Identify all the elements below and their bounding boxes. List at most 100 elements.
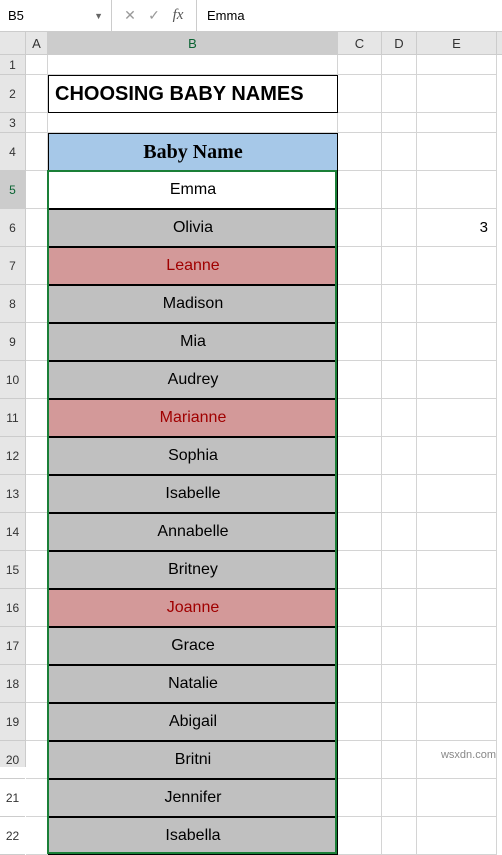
row-header-4[interactable]: 4 bbox=[0, 133, 25, 171]
row-header-3[interactable]: 3 bbox=[0, 113, 25, 133]
cell-E19[interactable] bbox=[417, 703, 497, 741]
name-cell[interactable]: Leanne bbox=[48, 247, 338, 285]
count-cell[interactable]: 3 bbox=[417, 209, 497, 247]
formula-input[interactable] bbox=[197, 0, 502, 31]
name-cell[interactable]: Audrey bbox=[48, 361, 338, 399]
col-header-B[interactable]: B bbox=[48, 32, 338, 54]
name-cell[interactable]: Isabella bbox=[48, 817, 338, 855]
cell-C8[interactable] bbox=[338, 285, 382, 323]
cell-C12[interactable] bbox=[338, 437, 382, 475]
cell-C7[interactable] bbox=[338, 247, 382, 285]
cell-D15[interactable] bbox=[382, 551, 417, 589]
name-cell[interactable]: Britni bbox=[48, 741, 338, 779]
cell-A3[interactable] bbox=[26, 113, 48, 133]
cell-E21[interactable] bbox=[417, 779, 497, 817]
row-header-14[interactable]: 14 bbox=[0, 513, 25, 551]
cell-A18[interactable] bbox=[26, 665, 48, 703]
cell-D9[interactable] bbox=[382, 323, 417, 361]
row-header-10[interactable]: 10 bbox=[0, 361, 25, 399]
cell-E14[interactable] bbox=[417, 513, 497, 551]
col-header-E[interactable]: E bbox=[417, 32, 497, 54]
row-header-5[interactable]: 5 bbox=[0, 171, 25, 209]
cell-D20[interactable] bbox=[382, 741, 417, 779]
cell-E7[interactable] bbox=[417, 247, 497, 285]
cell-E9[interactable] bbox=[417, 323, 497, 361]
cell-D16[interactable] bbox=[382, 589, 417, 627]
cell-E13[interactable] bbox=[417, 475, 497, 513]
col-header-C[interactable]: C bbox=[338, 32, 382, 54]
cell-C16[interactable] bbox=[338, 589, 382, 627]
cell-D17[interactable] bbox=[382, 627, 417, 665]
cell-C1[interactable] bbox=[338, 55, 382, 75]
row-header-22[interactable]: 22 bbox=[0, 817, 25, 855]
cell-A13[interactable] bbox=[26, 475, 48, 513]
name-cell[interactable]: Madison bbox=[48, 285, 338, 323]
cell-E11[interactable] bbox=[417, 399, 497, 437]
row-header-16[interactable]: 16 bbox=[0, 589, 25, 627]
cell-D5[interactable] bbox=[382, 171, 417, 209]
cell-A17[interactable] bbox=[26, 627, 48, 665]
cell-D3[interactable] bbox=[382, 113, 417, 133]
cell-D7[interactable] bbox=[382, 247, 417, 285]
cell-D18[interactable] bbox=[382, 665, 417, 703]
cell-E18[interactable] bbox=[417, 665, 497, 703]
cell-E5[interactable] bbox=[417, 171, 497, 209]
cell-A4[interactable] bbox=[26, 133, 48, 171]
cell-D22[interactable] bbox=[382, 817, 417, 855]
cell-C9[interactable] bbox=[338, 323, 382, 361]
col-header-A[interactable]: A bbox=[26, 32, 48, 54]
row-header-8[interactable]: 8 bbox=[0, 285, 25, 323]
cell-A20[interactable] bbox=[26, 741, 48, 779]
row-header-6[interactable]: 6 bbox=[0, 209, 25, 247]
name-cell[interactable]: Britney bbox=[48, 551, 338, 589]
accept-icon[interactable]: ✓ bbox=[142, 7, 166, 24]
cell-C21[interactable] bbox=[338, 779, 382, 817]
row-header-13[interactable]: 13 bbox=[0, 475, 25, 513]
cell-E1[interactable] bbox=[417, 55, 497, 75]
cell-A7[interactable] bbox=[26, 247, 48, 285]
name-cell[interactable]: Marianne bbox=[48, 399, 338, 437]
name-cell[interactable]: Olivia bbox=[48, 209, 338, 247]
cell-E12[interactable] bbox=[417, 437, 497, 475]
select-all-corner[interactable] bbox=[0, 32, 25, 55]
name-cell[interactable]: Natalie bbox=[48, 665, 338, 703]
name-cell[interactable]: Joanne bbox=[48, 589, 338, 627]
cell-D2[interactable] bbox=[382, 75, 417, 113]
cell-D14[interactable] bbox=[382, 513, 417, 551]
cell-A8[interactable] bbox=[26, 285, 48, 323]
cell-C11[interactable] bbox=[338, 399, 382, 437]
cell-B1[interactable] bbox=[48, 55, 338, 75]
cell-D19[interactable] bbox=[382, 703, 417, 741]
cell-C5[interactable] bbox=[338, 171, 382, 209]
cell-C22[interactable] bbox=[338, 817, 382, 855]
name-cell[interactable]: Annabelle bbox=[48, 513, 338, 551]
cell-C2[interactable] bbox=[338, 75, 382, 113]
cell-A21[interactable] bbox=[26, 779, 48, 817]
cell-A1[interactable] bbox=[26, 55, 48, 75]
name-box[interactable]: B5 ▼ bbox=[0, 0, 112, 31]
fx-icon[interactable]: fx bbox=[166, 7, 190, 24]
name-cell[interactable]: Jennifer bbox=[48, 779, 338, 817]
cell-E8[interactable] bbox=[417, 285, 497, 323]
cell-E17[interactable] bbox=[417, 627, 497, 665]
row-header-2[interactable]: 2 bbox=[0, 75, 25, 113]
cell-A5[interactable] bbox=[26, 171, 48, 209]
row-header-1[interactable]: 1 bbox=[0, 55, 25, 75]
cell-D13[interactable] bbox=[382, 475, 417, 513]
cell-E3[interactable] bbox=[417, 113, 497, 133]
cell-C3[interactable] bbox=[338, 113, 382, 133]
col-header-D[interactable]: D bbox=[382, 32, 417, 54]
name-cell[interactable]: Mia bbox=[48, 323, 338, 361]
cell-D12[interactable] bbox=[382, 437, 417, 475]
cell-C15[interactable] bbox=[338, 551, 382, 589]
cell-A6[interactable] bbox=[26, 209, 48, 247]
table-header[interactable]: Baby Name bbox=[48, 133, 338, 171]
cell-E4[interactable] bbox=[417, 133, 497, 171]
name-cell[interactable]: Emma bbox=[48, 171, 338, 209]
row-header-9[interactable]: 9 bbox=[0, 323, 25, 361]
cell-A2[interactable] bbox=[26, 75, 48, 113]
cancel-icon[interactable]: ✕ bbox=[118, 7, 142, 24]
cell-A19[interactable] bbox=[26, 703, 48, 741]
cell-C14[interactable] bbox=[338, 513, 382, 551]
cell-A11[interactable] bbox=[26, 399, 48, 437]
